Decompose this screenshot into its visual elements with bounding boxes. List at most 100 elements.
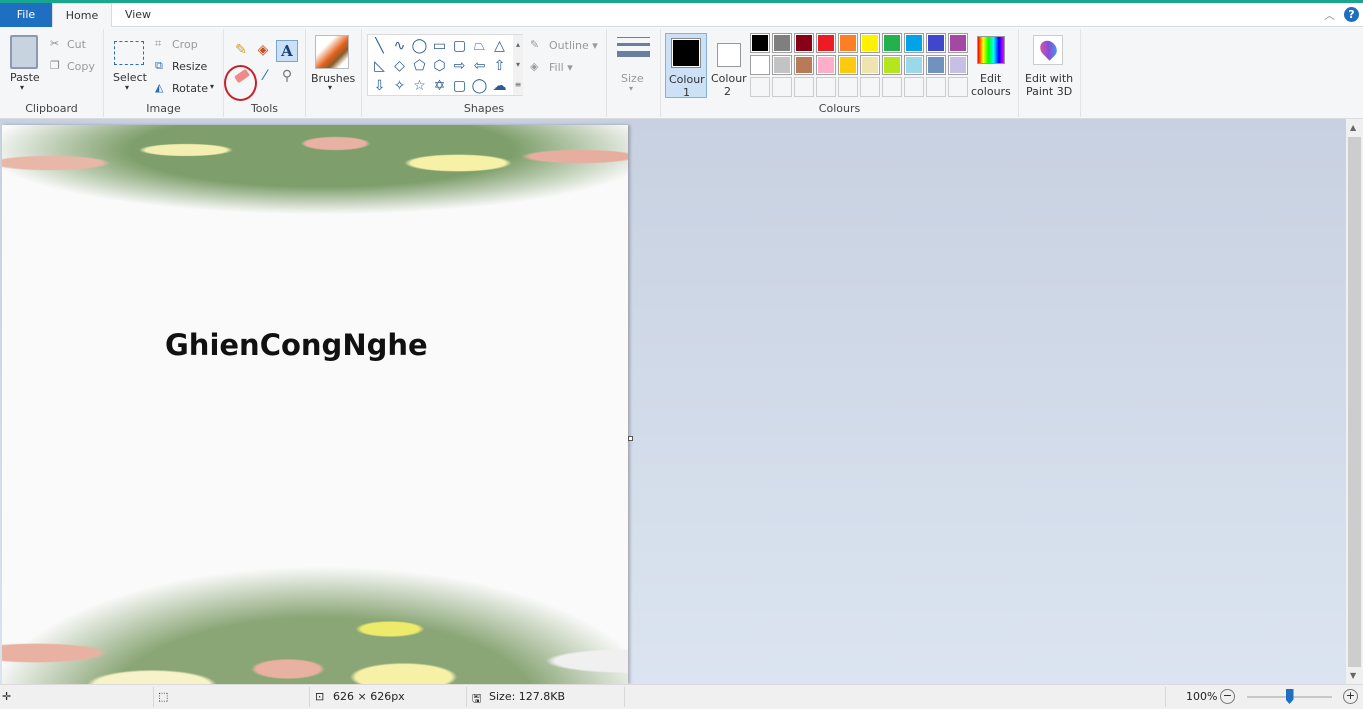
edit-with-paint3d-button[interactable]: Edit with <box>1025 72 1073 85</box>
paste-button[interactable]: Paste <box>10 71 40 84</box>
shapes-label: Shapes <box>463 102 505 115</box>
brushes-group[interactable]: Brushes ▾ <box>306 29 362 117</box>
image-canvas[interactable]: GhienCongNghe <box>2 125 628 684</box>
ribbon: Paste ▾ ✂ Cut ❐ Copy Clipboard Select ▾ … <box>0 27 1363 119</box>
shape-19-icon[interactable]: ◯ <box>470 76 489 95</box>
resize-button[interactable]: Resize <box>172 60 207 73</box>
magnifier-icon[interactable]: ⚲ <box>278 67 296 85</box>
colour1-button[interactable]: Colour 1 <box>665 33 707 99</box>
paint3d-group[interactable]: Edit with Paint 3D <box>1019 29 1081 117</box>
pencil-icon[interactable]: ✎ <box>232 41 250 59</box>
shape-9-icon[interactable]: ⬠ <box>410 56 429 75</box>
custom-colour-slot[interactable] <box>772 77 792 97</box>
palette-swatch[interactable] <box>838 33 858 53</box>
palette-swatch[interactable] <box>816 33 836 53</box>
custom-colour-slot[interactable] <box>816 77 836 97</box>
shape-15-icon[interactable]: ✧ <box>390 76 409 95</box>
size-group[interactable]: Size ▾ <box>607 29 661 117</box>
brushes-icon[interactable] <box>315 35 349 69</box>
shape-7-icon[interactable]: ◺ <box>370 56 389 75</box>
shape-12-icon[interactable]: ⇦ <box>470 56 489 75</box>
palette-swatch[interactable] <box>882 33 902 53</box>
palette-swatch[interactable] <box>816 55 836 75</box>
select-button[interactable]: Select <box>113 71 147 84</box>
shapes-gallery: ╲ ∿ ◯ ▭ ▢ ⏢ △ ◺ ◇ ⬠ ⬡ ⇨ ⇦ ⇧ ⇩ ✧ ☆ ✡ ▢ ◯ ☁ <box>367 34 523 96</box>
palette-swatch[interactable] <box>838 55 858 75</box>
cut-button[interactable]: Cut <box>67 38 86 51</box>
shape-3-icon[interactable]: ▭ <box>430 36 449 55</box>
custom-colour-slot[interactable] <box>860 77 880 97</box>
text-icon[interactable]: A <box>276 40 298 62</box>
brushes-button[interactable]: Brushes <box>311 72 355 85</box>
custom-colour-slot[interactable] <box>926 77 946 97</box>
shape-10-icon[interactable]: ⬡ <box>430 56 449 75</box>
paint3d-icon <box>1033 35 1063 65</box>
shape-2-icon[interactable]: ◯ <box>410 36 429 55</box>
shapes-scroll[interactable]: ▴ ▾ ≡ <box>513 35 523 95</box>
outline-icon: ✎ <box>530 38 540 51</box>
shape-6-icon[interactable]: △ <box>490 36 509 55</box>
shape-17-icon[interactable]: ✡ <box>430 76 449 95</box>
shape-4-icon[interactable]: ▢ <box>450 36 469 55</box>
colour2-button[interactable]: Colour 2 <box>710 33 750 98</box>
tab-file[interactable]: File <box>0 3 52 27</box>
shapes-group: ╲ ∿ ◯ ▭ ▢ ⏢ △ ◺ ◇ ⬠ ⬡ ⇨ ⇦ ⇧ ⇩ ✧ ☆ ✡ ▢ ◯ ☁ ▴ ▾ ≡ ✎ Outline ▾ ◈ … <box>362 29 607 117</box>
resize-handle[interactable] <box>628 436 633 441</box>
palette-swatch[interactable] <box>750 55 770 75</box>
custom-colour-slot[interactable] <box>750 77 770 97</box>
shape-5-icon[interactable]: ⏢ <box>470 36 489 55</box>
shape-13-icon[interactable]: ⇧ <box>490 56 509 75</box>
palette-swatch[interactable] <box>904 55 924 75</box>
shape-14-icon[interactable]: ⇩ <box>370 76 389 95</box>
palette-swatch[interactable] <box>882 55 902 75</box>
paste-icon[interactable] <box>10 35 38 69</box>
palette-swatch[interactable] <box>794 33 814 53</box>
edit-colours-button[interactable]: Edit colours <box>971 33 1013 99</box>
shape-20-icon[interactable]: ☁ <box>490 76 509 95</box>
clipboard-group: Paste ▾ ✂ Cut ❐ Copy Clipboard <box>0 29 104 117</box>
tab-view[interactable]: View <box>112 3 164 27</box>
palette-swatch[interactable] <box>926 55 946 75</box>
custom-colour-slot[interactable] <box>904 77 924 97</box>
size-icon <box>617 51 650 57</box>
custom-colour-slot[interactable] <box>882 77 902 97</box>
palette-swatch[interactable] <box>926 33 946 53</box>
palette-swatch[interactable] <box>794 55 814 75</box>
palette-swatch[interactable] <box>860 55 880 75</box>
custom-colour-slot[interactable] <box>838 77 858 97</box>
custom-colour-slot[interactable] <box>948 77 968 97</box>
eraser-highlight-circle <box>224 65 257 101</box>
shape-18-icon[interactable]: ▢ <box>450 76 469 95</box>
rotate-button[interactable]: Rotate <box>172 82 208 95</box>
vertical-scrollbar[interactable]: ▲ ▼ <box>1346 119 1363 684</box>
image-dimensions-icon: ⊡ <box>315 690 325 703</box>
select-icon[interactable] <box>114 41 144 65</box>
palette-swatch[interactable] <box>904 33 924 53</box>
palette-swatch[interactable] <box>860 33 880 53</box>
palette-swatch[interactable] <box>772 33 792 53</box>
colour-picker-icon[interactable]: ⁄ <box>256 67 274 85</box>
palette-swatch[interactable] <box>750 33 770 53</box>
fill-icon[interactable]: ◈ <box>254 41 272 59</box>
custom-colour-slot[interactable] <box>794 77 814 97</box>
outline-button[interactable]: Outline ▾ <box>549 39 598 52</box>
shape-11-icon[interactable]: ⇨ <box>450 56 469 75</box>
shape-1-icon[interactable]: ∿ <box>390 36 409 55</box>
zoom-out-button[interactable]: − <box>1220 689 1235 704</box>
zoom-slider-thumb[interactable] <box>1285 689 1294 704</box>
zoom-in-button[interactable]: + <box>1343 689 1358 704</box>
shape-0-icon[interactable]: ╲ <box>370 36 389 55</box>
palette-swatch[interactable] <box>948 33 968 53</box>
scrollbar-thumb[interactable] <box>1348 137 1361 667</box>
copy-button[interactable]: Copy <box>67 60 95 73</box>
tab-home[interactable]: Home <box>52 3 112 28</box>
shape-16-icon[interactable]: ☆ <box>410 76 429 95</box>
minimize-ribbon-icon[interactable]: ︿ <box>1324 7 1335 23</box>
canvas-area[interactable]: GhienCongNghe <box>0 119 1346 684</box>
fill-button[interactable]: Fill ▾ <box>549 61 573 74</box>
palette-swatch[interactable] <box>772 55 792 75</box>
help-icon[interactable]: ? <box>1344 7 1359 22</box>
shape-8-icon[interactable]: ◇ <box>390 56 409 75</box>
palette-swatch[interactable] <box>948 55 968 75</box>
crop-button[interactable]: Crop <box>172 38 198 51</box>
